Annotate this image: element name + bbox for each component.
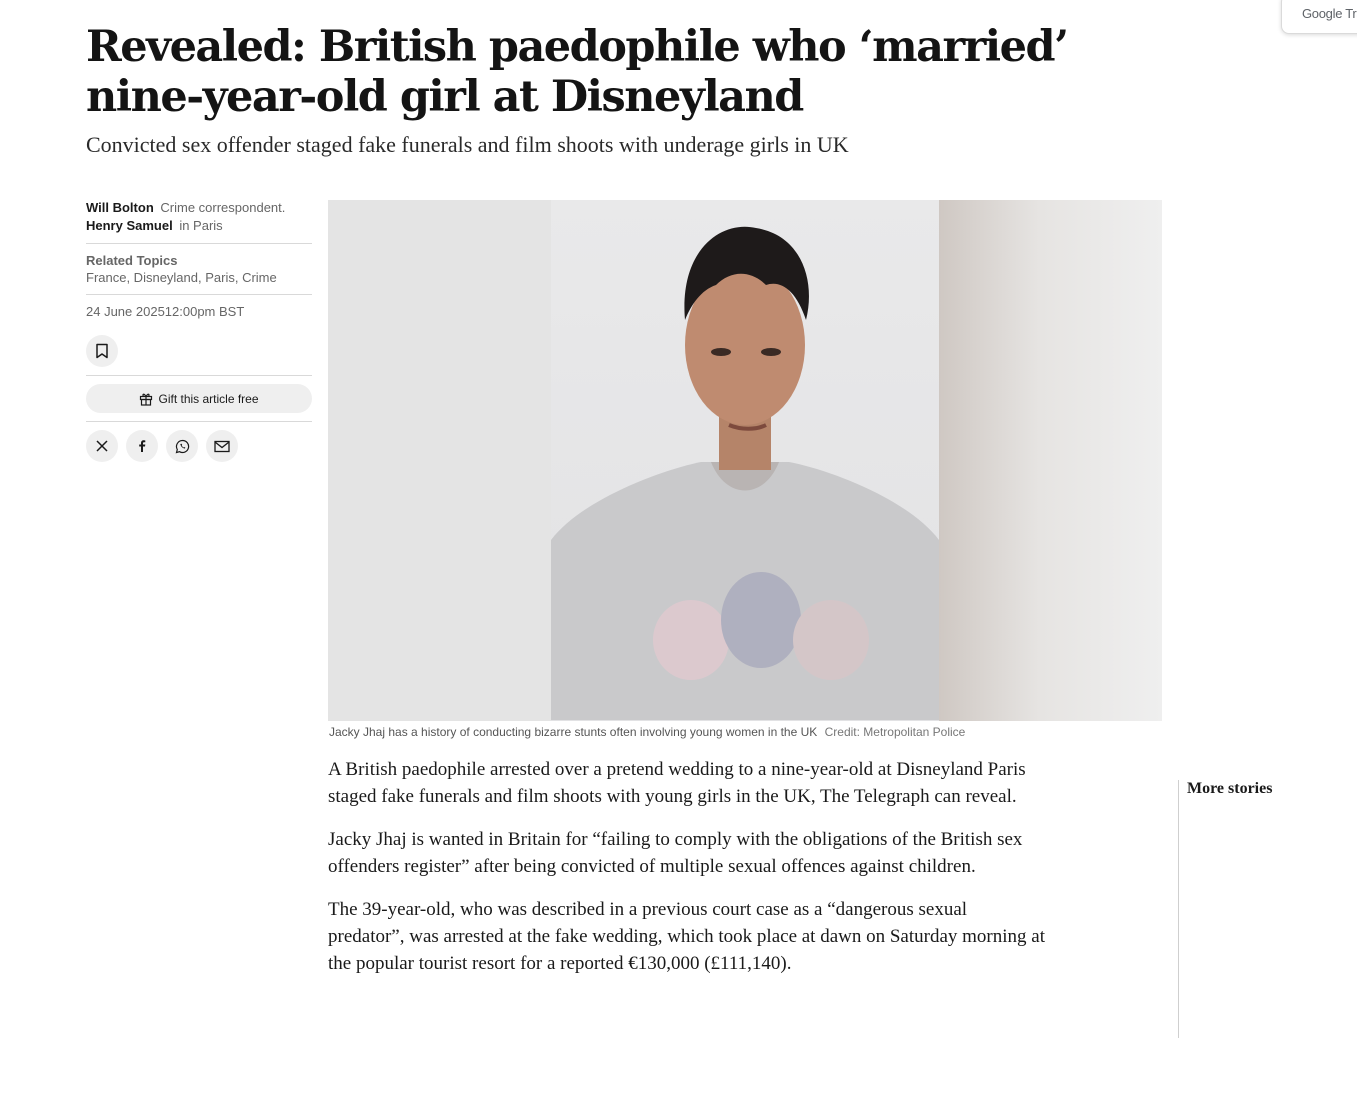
article-photo[interactable] — [328, 200, 1162, 721]
author-role: Crime correspondent. — [160, 200, 286, 215]
share-whatsapp-button[interactable] — [166, 430, 198, 462]
email-icon — [214, 440, 230, 452]
article-standfirst: Convicted sex offender staged fake funer… — [86, 132, 849, 157]
save-article-button[interactable] — [86, 335, 118, 367]
divider — [86, 243, 312, 244]
body-paragraph: A British paedophile arrested over a pre… — [328, 759, 1026, 807]
gift-icon — [140, 393, 153, 406]
save-row — [86, 335, 312, 367]
gift-article-button[interactable]: Gift this article free — [86, 384, 312, 413]
divider — [86, 294, 312, 295]
divider — [86, 421, 312, 422]
publish-time: 12:00pm BST — [164, 304, 245, 319]
share-email-button[interactable] — [206, 430, 238, 462]
related-topics-links[interactable]: France, Disneyland, Paris, Crime — [86, 269, 312, 286]
photo-subject-area — [551, 200, 939, 721]
more-stories-heading: More stories — [1187, 780, 1273, 797]
divider — [86, 375, 312, 376]
publish-dateline: 24 June 202512:00pm BST — [86, 303, 312, 321]
photo-credit: Credit: Metropolitan Police — [824, 725, 966, 739]
publish-date: 24 June 2025 — [86, 304, 165, 319]
photo-caption: Jacky Jhaj has a history of conducting b… — [329, 725, 965, 739]
byline-author-1: Will Bolton Crime correspondent. — [86, 199, 312, 217]
article-headline: Revealed: British paedophile who ‘marrie… — [86, 22, 1069, 122]
byline-author-2: Henry Samuel in Paris — [86, 217, 312, 235]
body-paragraph: Jacky Jhaj is wanted in Britain for “fai… — [328, 829, 1023, 877]
article-body: A British paedophile arrested over a pre… — [328, 756, 1048, 993]
author-name-link[interactable]: Henry Samuel — [86, 218, 173, 233]
facebook-icon — [139, 440, 146, 452]
article-meta: Will Bolton Crime correspondent. Henry S… — [86, 199, 312, 462]
author-name-link[interactable]: Will Bolton — [86, 200, 154, 215]
x-icon — [96, 440, 108, 452]
body-paragraph: The 39-year-old, who was described in a … — [328, 899, 1045, 974]
google-translate-widget[interactable]: Google Tra — [1281, 0, 1357, 34]
share-x-button[interactable] — [86, 430, 118, 462]
share-facebook-button[interactable] — [126, 430, 158, 462]
portrait-illustration — [551, 226, 939, 720]
gift-article-label: Gift this article free — [158, 391, 259, 406]
author-role: in Paris — [179, 218, 223, 233]
bookmark-icon — [96, 343, 108, 359]
google-translate-label: Google Tra — [1302, 6, 1357, 21]
share-buttons — [86, 430, 312, 462]
whatsapp-icon — [175, 439, 189, 453]
photo-caption-text: Jacky Jhaj has a history of conducting b… — [329, 725, 818, 739]
photo-blurred-edge — [939, 200, 1162, 721]
related-topics-label: Related Topics — [86, 253, 178, 268]
more-stories-divider — [1178, 780, 1179, 1038]
